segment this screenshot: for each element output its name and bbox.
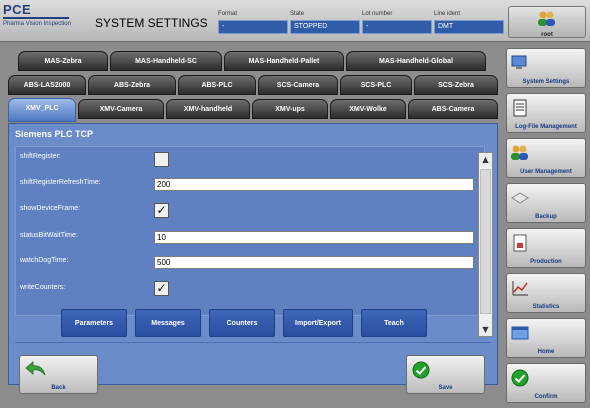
parameter-list: shiftRegister: shiftRegisterRefreshTime:… — [15, 146, 493, 337]
tab-xmv-camera[interactable]: XMV-Camera — [78, 99, 164, 119]
write-counters-checkbox[interactable]: ✓ — [154, 281, 169, 296]
sidebar-label: Production — [530, 259, 562, 265]
panel-divider — [15, 342, 491, 343]
confirm-check-icon — [511, 369, 529, 387]
save-label: Save — [438, 385, 453, 391]
sidebar-item-system-settings[interactable]: System Settings — [506, 48, 586, 88]
sidebar-item-backup[interactable]: Backup — [506, 183, 586, 223]
home-icon — [511, 326, 529, 340]
sidebar-item-production[interactable]: Production — [506, 228, 586, 268]
line-ident-field: Line ident DMT — [434, 8, 504, 38]
tab-scs-plc[interactable]: SCS-PLC — [340, 75, 412, 95]
back-label: Back — [51, 385, 66, 391]
sidebar-label: User Management — [520, 169, 572, 175]
tab-abs-zebra[interactable]: ABS-Zebra — [88, 75, 176, 95]
tab-abs-camera[interactable]: ABS-Camera — [408, 99, 498, 119]
check-circle-icon — [412, 361, 430, 379]
top-bar: PCE Pharma Vision Inspection SYSTEM SETT… — [0, 0, 590, 42]
vertical-scrollbar[interactable]: ▲ ▼ — [478, 152, 493, 337]
param-label-shift-register-refresh-time: shiftRegisterRefreshTime: — [20, 179, 101, 186]
shift-register-refresh-time-input[interactable]: 200 — [154, 178, 474, 191]
tab-abs-las2000[interactable]: ABS-LAS2000 — [8, 75, 86, 95]
state-field: State STOPPED — [290, 8, 360, 38]
logo-main-text: PCE — [3, 2, 32, 17]
back-arrow-icon — [25, 361, 46, 376]
format-field: Format - — [218, 8, 288, 38]
logo-sub-text: Pharma Vision Inspection — [3, 21, 71, 27]
scroll-down-icon[interactable]: ▼ — [479, 323, 492, 336]
shift-register-checkbox[interactable] — [154, 152, 169, 167]
line-ident-label: Line ident — [434, 11, 461, 17]
scroll-thumb[interactable] — [480, 169, 491, 314]
tab-mas-handheld-global[interactable]: MAS-Handheld-Global — [346, 51, 486, 71]
lot-number-field: Lot number - — [362, 8, 432, 38]
tab-xmv-plc[interactable]: XMV_PLC — [8, 98, 76, 122]
watch-dog-time-input[interactable]: 500 — [154, 256, 474, 269]
tab-scs-camera[interactable]: SCS-Camera — [258, 75, 338, 95]
logo-divider — [3, 17, 69, 19]
lot-number-value: - — [362, 20, 432, 34]
user-button[interactable]: root — [508, 6, 586, 38]
page-title: SYSTEM SETTINGS — [95, 16, 208, 30]
panel-title: Siemens PLC TCP — [15, 129, 94, 139]
tab-xmv-ups[interactable]: XMV-ups — [252, 99, 328, 119]
tab-strip: MAS-Zebra MAS-Handheld-SC MAS-Handheld-P… — [8, 51, 498, 123]
chart-icon — [512, 281, 528, 296]
sidebar-item-user-management[interactable]: User Management — [506, 138, 586, 178]
tab-scs-zebra[interactable]: SCS-Zebra — [414, 75, 498, 95]
format-value: - — [218, 20, 288, 34]
tab-xmv-wolke[interactable]: XMV-Wolke — [330, 99, 406, 119]
logo: PCE Pharma Vision Inspection — [3, 3, 75, 37]
save-button[interactable]: Save — [406, 355, 485, 394]
counters-button[interactable]: Counters — [209, 309, 275, 337]
parameters-button[interactable]: Parameters — [61, 309, 127, 337]
param-label-show-device-frame: showDeviceFrame: — [20, 205, 80, 212]
back-button[interactable]: Back — [19, 355, 98, 394]
param-label-write-counters: writeCounters: — [20, 284, 66, 291]
users-icon — [511, 145, 528, 160]
param-label-status-bit-wait-time: statusBitWaitTime: — [20, 232, 78, 239]
format-label: Format — [218, 11, 238, 17]
status-bit-wait-time-input[interactable]: 10 — [154, 231, 474, 244]
sidebar-label: Log-File Management — [515, 124, 577, 130]
tab-mas-handheld-sc[interactable]: MAS-Handheld-SC — [110, 51, 222, 71]
document-icon — [513, 99, 527, 117]
backup-icon — [511, 192, 529, 204]
scroll-up-icon[interactable]: ▲ — [479, 153, 492, 166]
sidebar-label: System Settings — [522, 79, 570, 85]
sidebar-label: Statistics — [532, 304, 560, 310]
production-icon — [513, 234, 527, 252]
import-export-button[interactable]: Import/Export — [283, 309, 353, 337]
sidebar-item-log-file-management[interactable]: Log-File Management — [506, 93, 586, 133]
sidebar-label: Confirm — [534, 394, 558, 400]
user-name: root — [541, 32, 553, 38]
messages-button[interactable]: Messages — [135, 309, 201, 337]
sidebar-item-home[interactable]: Home — [506, 318, 586, 358]
settings-panel: Siemens PLC TCP shiftRegister: shiftRegi… — [8, 123, 498, 385]
computer-icon — [511, 55, 527, 69]
param-label-watch-dog-time: watchDogTime: — [20, 257, 69, 264]
tab-abs-plc[interactable]: ABS-PLC — [178, 75, 256, 95]
users-icon — [538, 11, 555, 26]
param-label-shift-register: shiftRegister: — [20, 153, 61, 160]
state-value: STOPPED — [290, 20, 360, 34]
sidebar-item-confirm[interactable]: Confirm — [506, 363, 586, 403]
sidebar-item-statistics[interactable]: Statistics — [506, 273, 586, 313]
sidebar-label: Backup — [535, 214, 557, 220]
teach-button[interactable]: Teach — [361, 309, 427, 337]
line-ident-value: DMT — [434, 20, 504, 34]
tab-mas-zebra[interactable]: MAS-Zebra — [18, 51, 108, 71]
lot-number-label: Lot number — [362, 11, 393, 17]
state-label: State — [290, 11, 305, 17]
sidebar-label: Home — [537, 349, 555, 355]
tab-mas-handheld-pallet[interactable]: MAS-Handheld-Pallet — [224, 51, 344, 71]
tab-xmv-handheld[interactable]: XMV-handheld — [166, 99, 250, 119]
show-device-frame-checkbox[interactable]: ✓ — [154, 203, 169, 218]
